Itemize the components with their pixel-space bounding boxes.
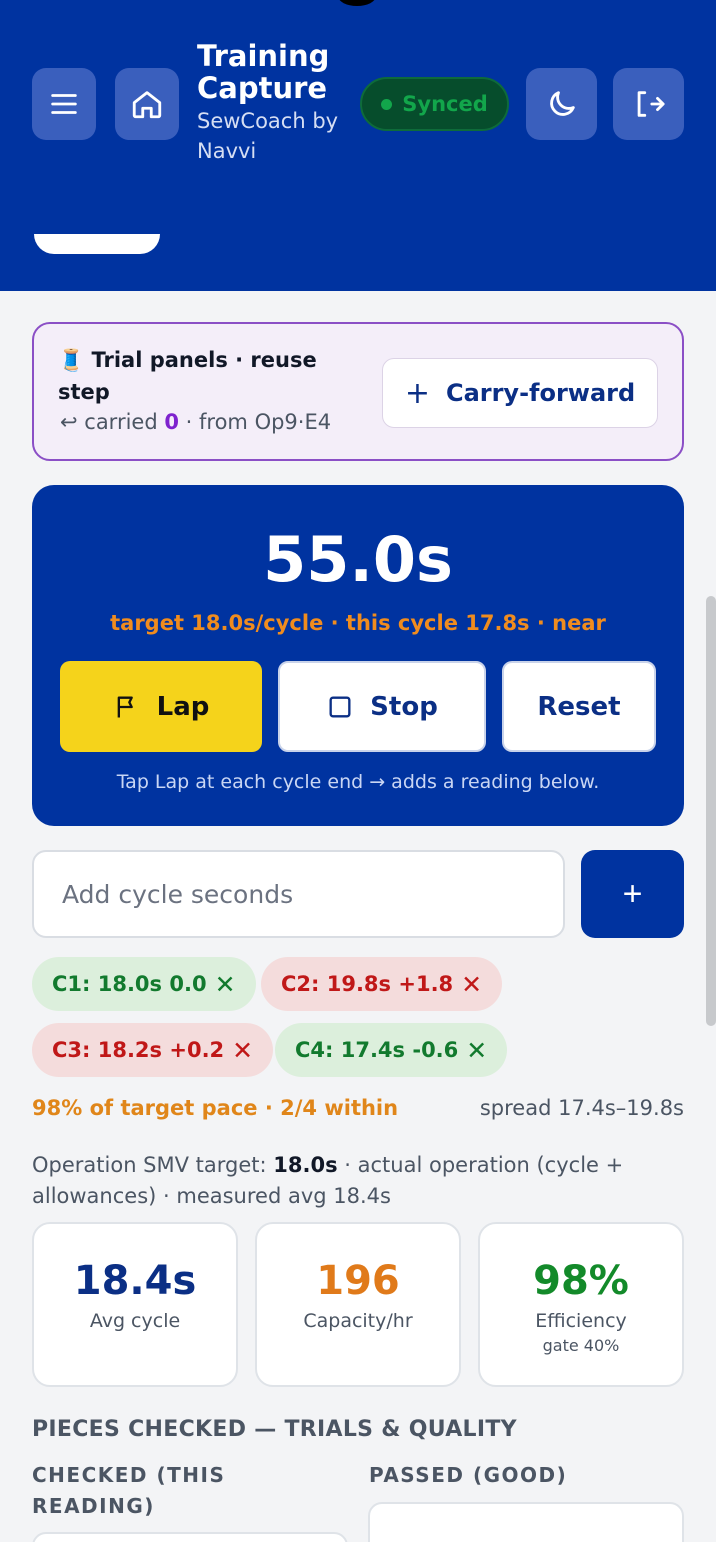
stop-button[interactable]: Stop	[278, 661, 486, 752]
stop-label: Stop	[370, 691, 438, 722]
carried-count: 0	[164, 410, 179, 434]
trial-carried-info: ↩ carried 0 · from Op9·E4	[60, 410, 331, 434]
lap-button[interactable]: Lap	[60, 661, 262, 752]
carry-forward-label: Carry-forward	[445, 379, 636, 407]
cycle-chip: C4: 17.4s -0.6 ✕	[275, 1023, 508, 1077]
timer-target-line: target 18.0s/cycle · this cycle 17.8s · …	[110, 611, 606, 635]
plus-icon: +	[404, 375, 430, 411]
cycle-chip: C2: 19.8s +1.8 ✕	[261, 957, 503, 1011]
cycle-chip-label: C1: 18.0s 0.0	[52, 972, 207, 996]
stat-sublabel: gate 40%	[542, 1336, 620, 1355]
moon-icon	[549, 91, 575, 116]
trial-title: 🧵 Trial panels · reuse step	[58, 344, 358, 408]
sync-status-label: Synced	[402, 92, 488, 116]
stat-card-capacity: 196 Capacity/hr	[255, 1222, 461, 1387]
cycle-seconds-input[interactable]	[32, 850, 565, 938]
reset-label: Reset	[537, 691, 621, 722]
trial-panels-card: 🧵 Trial panels · reuse step ↩ carried 0 …	[32, 322, 684, 461]
spread-summary: spread 17.4s–19.8s	[479, 1096, 684, 1120]
timer-hint: Tap Lap at each cycle end → adds a readi…	[116, 771, 600, 793]
passed-input[interactable]	[368, 1502, 684, 1542]
stat-card-avg-cycle: 18.4s Avg cycle	[32, 1222, 238, 1387]
pace-summary: 98% of target pace · 2/4 within	[32, 1096, 399, 1120]
stat-value: 196	[316, 1258, 400, 1304]
menu-icon	[51, 94, 77, 114]
lap-label: Lap	[156, 691, 210, 722]
trial-title-text: Trial panels · reuse step	[58, 348, 317, 404]
carried-from: · from Op9·E4	[185, 410, 332, 434]
stop-icon	[329, 696, 351, 717]
smv-prefix: Operation SMV target:	[32, 1153, 267, 1177]
cycle-chip-label: C4: 17.4s -0.6	[295, 1038, 459, 1062]
header-tab-stub	[34, 234, 160, 254]
cycle-chip: C3: 18.2s +0.2 ✕	[32, 1023, 274, 1077]
timer-card: 55.0s target 18.0s/cycle · this cycle 17…	[32, 485, 684, 826]
close-icon[interactable]: ✕	[215, 970, 236, 999]
stat-label: Efficiency	[535, 1310, 627, 1332]
stat-label: Avg cycle	[89, 1310, 181, 1332]
flag-icon	[117, 696, 133, 717]
close-icon[interactable]: ✕	[232, 1036, 253, 1065]
page-title: Training Capture	[197, 39, 330, 105]
timer-value: 55.0s	[263, 523, 453, 596]
stat-label: Capacity/hr	[303, 1310, 413, 1332]
logout-icon	[637, 91, 665, 117]
scrollbar[interactable]	[706, 596, 716, 1026]
stat-value: 98%	[533, 1258, 629, 1304]
sync-status-badge: Synced	[360, 77, 509, 131]
logout-button[interactable]	[613, 68, 684, 140]
add-cycle-button[interactable]: +	[581, 850, 684, 938]
page-subtitle: SewCoach by Navvi	[197, 109, 339, 163]
camera-notch	[338, 0, 376, 6]
carried-prefix: ↩ carried	[60, 410, 158, 434]
stat-value: 18.4s	[73, 1258, 197, 1304]
spool-icon: 🧵	[58, 348, 85, 372]
menu-button[interactable]	[32, 68, 96, 140]
cycle-chip-label: C2: 19.8s +1.8	[281, 972, 454, 996]
checked-input[interactable]	[32, 1532, 348, 1542]
home-button[interactable]	[115, 68, 179, 140]
status-dot-icon	[381, 98, 393, 110]
reset-button[interactable]: Reset	[502, 661, 656, 752]
checked-field-label: CHECKED (THIS READING)	[32, 1463, 226, 1518]
theme-toggle-button[interactable]	[526, 68, 597, 140]
smv-value: 18.0s	[273, 1153, 338, 1177]
cycle-chip-label: C3: 18.2s +0.2	[52, 1038, 225, 1062]
stat-card-efficiency: 98% Efficiency gate 40%	[478, 1222, 684, 1387]
close-icon[interactable]: ✕	[466, 1036, 487, 1065]
pieces-section-title: PIECES CHECKED — TRIALS & QUALITY	[32, 1417, 517, 1442]
app-header: Training Capture SewCoach by Navvi Synce…	[0, 0, 716, 291]
carry-forward-button[interactable]: + Carry-forward	[382, 358, 658, 428]
close-icon[interactable]: ✕	[461, 970, 482, 999]
cycle-chip: C1: 18.0s 0.0 ✕	[32, 957, 256, 1011]
passed-field-label: PASSED (GOOD)	[369, 1463, 568, 1487]
smv-description: Operation SMV target: 18.0s · actual ope…	[32, 1150, 682, 1212]
title-block: Training Capture SewCoach by Navvi	[197, 40, 357, 166]
home-icon	[132, 91, 162, 119]
